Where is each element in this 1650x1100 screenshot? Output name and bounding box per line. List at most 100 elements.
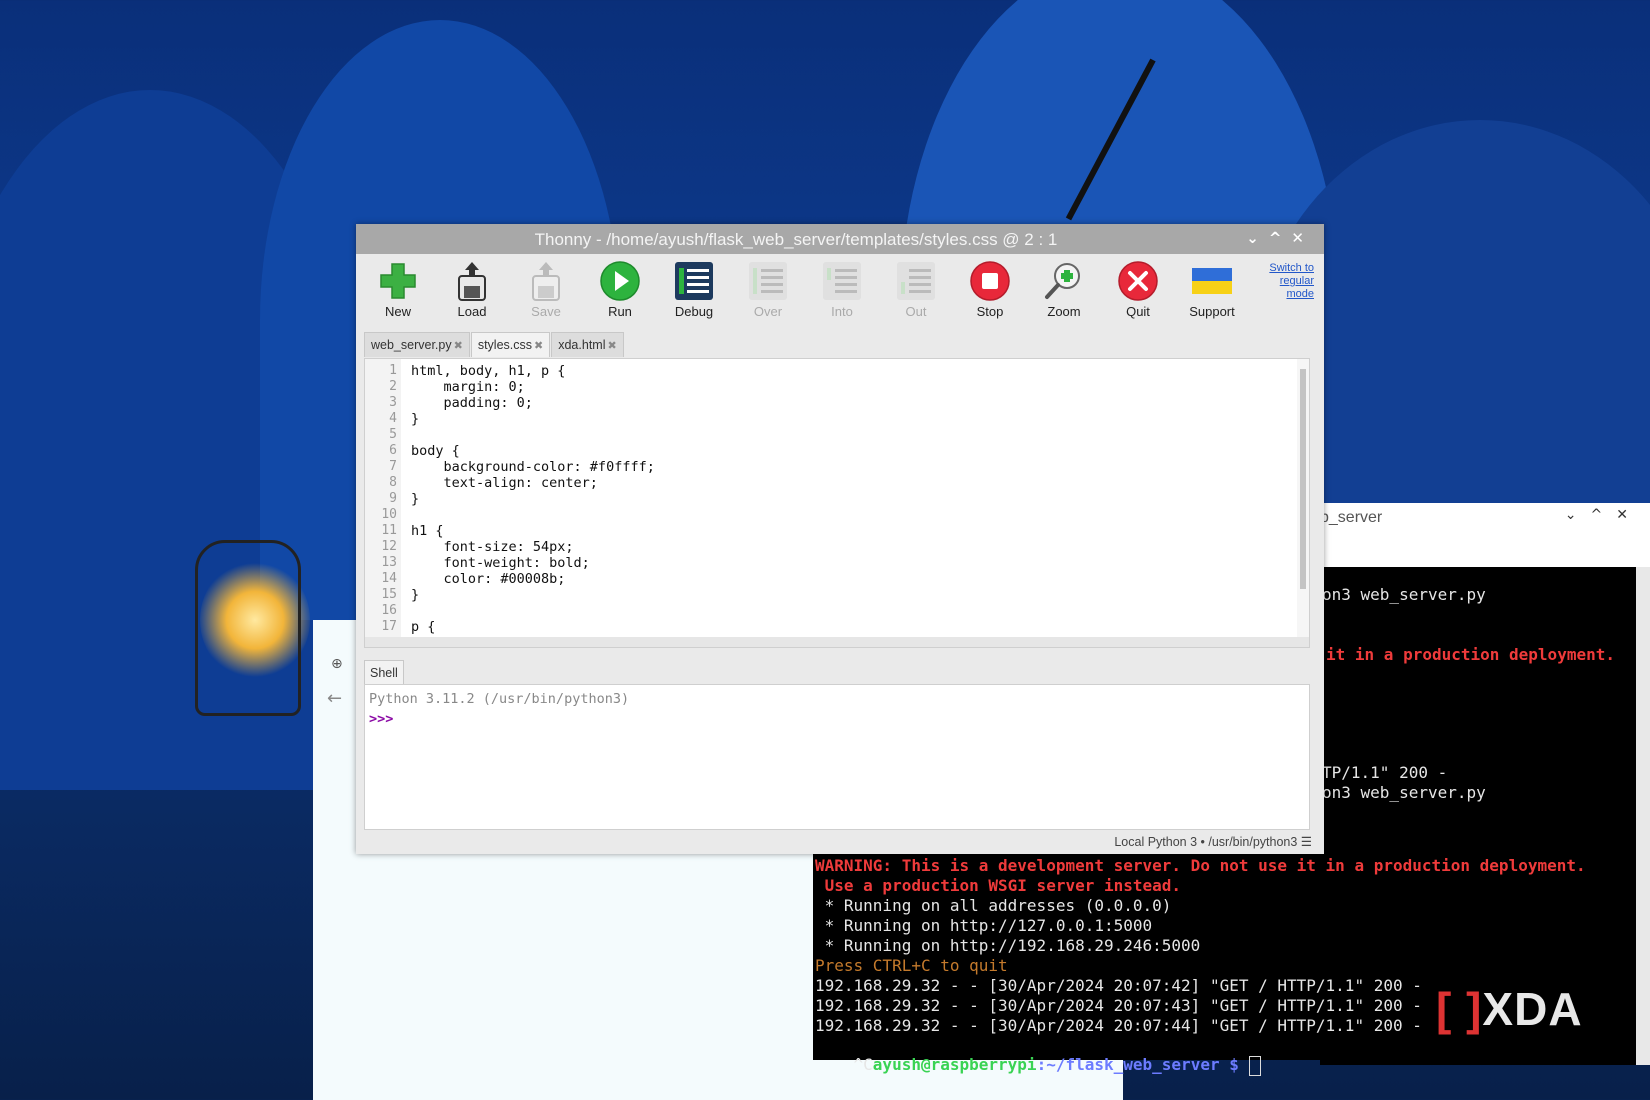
watermark-text: XDA xyxy=(1482,983,1583,1035)
step-into-icon xyxy=(823,262,861,300)
line-number: 7 xyxy=(389,459,397,474)
step-into-button[interactable]: Into xyxy=(812,260,872,319)
terminal-line: Press CTRL+C to quit xyxy=(815,956,1008,975)
zoom-label: Zoom xyxy=(1047,304,1081,319)
line-number: 3 xyxy=(389,395,397,410)
terminal-scrollbar[interactable] xyxy=(1636,567,1650,1065)
thonny-titlebar[interactable]: Thonny - /home/ayush/flask_web_server/te… xyxy=(356,224,1324,254)
quit-button[interactable]: Quit xyxy=(1108,260,1168,319)
tab-xda-html[interactable]: xda.html ✖ xyxy=(551,332,624,357)
step-out-button[interactable]: Out xyxy=(886,260,946,319)
new-button[interactable]: New xyxy=(368,260,428,319)
line-number: 16 xyxy=(381,603,397,618)
code-line: background-color: #f0ffff; xyxy=(411,459,655,475)
line-number: 1 xyxy=(389,363,397,378)
tab-label: styles.css xyxy=(477,338,533,352)
quit-icon xyxy=(1118,261,1158,301)
terminal-line: 192.168.29.32 - - [30/Apr/2024 20:07:42]… xyxy=(815,976,1422,995)
tab-label: xda.html xyxy=(558,338,606,352)
line-number: 12 xyxy=(381,539,397,554)
line-number: 6 xyxy=(389,443,397,458)
terminal-line: on3 web_server.py xyxy=(1322,783,1486,802)
toolbar: New Load Save Run Debug Over Into Out St… xyxy=(356,254,1324,324)
code-editor[interactable]: 1 2 3 4 5 6 7 8 9 10 11 12 13 14 15 16 1… xyxy=(364,358,1310,648)
load-button[interactable]: Load xyxy=(442,260,502,319)
close-icon[interactable]: ✕ xyxy=(1291,229,1314,247)
editor-tabs: web_server.py ✖ styles.css ✖ xda.html ✖ xyxy=(364,332,625,357)
quit-label: Quit xyxy=(1126,304,1150,319)
switch-mode-link[interactable]: Switch to regular mode xyxy=(1254,262,1314,301)
code-line: } xyxy=(411,491,420,507)
debug-button[interactable]: Debug xyxy=(664,260,724,319)
save-button[interactable]: Save xyxy=(516,260,576,319)
debug-icon xyxy=(675,262,713,300)
code-line: color: #00008b; xyxy=(411,571,566,587)
code-line: padding: 0; xyxy=(411,395,533,411)
stop-button[interactable]: Stop xyxy=(960,260,1020,319)
editor-horizontal-scrollbar[interactable] xyxy=(365,637,1309,647)
debug-label: Debug xyxy=(674,304,714,319)
minimize-icon[interactable]: ⌄ xyxy=(1565,507,1591,523)
line-number: 13 xyxy=(381,555,397,570)
plus-icon xyxy=(380,263,416,299)
step-out-icon xyxy=(897,262,935,300)
maximize-icon[interactable]: ^ xyxy=(1269,229,1292,247)
play-icon xyxy=(600,261,640,301)
line-number: 10 xyxy=(381,507,397,522)
code-line: text-align: center; xyxy=(411,475,598,491)
stop-icon xyxy=(970,261,1010,301)
code-line: p { xyxy=(411,619,436,635)
run-button[interactable]: Run xyxy=(590,260,650,319)
step-over-button[interactable]: Over xyxy=(738,260,798,319)
prompt-user-host: ayush@raspberrypi xyxy=(872,1055,1037,1074)
tab-web-server-py[interactable]: web_server.py ✖ xyxy=(364,332,470,357)
terminal-line: WARNING: This is a development server. D… xyxy=(815,856,1586,875)
minimize-icon[interactable]: ⌄ xyxy=(1246,229,1269,247)
terminal-line: 192.168.29.32 - - [30/Apr/2024 20:07:44]… xyxy=(815,1016,1422,1035)
step-over-icon xyxy=(749,262,787,300)
back-arrow-icon[interactable]: ← xyxy=(327,688,342,709)
tab-shell[interactable]: Shell xyxy=(364,660,404,685)
code-line: h1 { xyxy=(411,523,444,539)
line-number: 5 xyxy=(389,427,397,442)
tab-close-icon[interactable]: ✖ xyxy=(607,340,616,352)
out-label: Out xyxy=(905,304,927,319)
code-line: font-size: 54px; xyxy=(411,539,574,555)
terminal-line: 192.168.29.32 - - [30/Apr/2024 20:07:43]… xyxy=(815,996,1422,1015)
line-number-gutter: 1 2 3 4 5 6 7 8 9 10 11 12 13 14 15 16 1… xyxy=(365,359,401,639)
globe-icon[interactable]: ⊕ xyxy=(331,656,343,672)
code-line: font-weight: bold; xyxy=(411,555,590,571)
terminal-line: it in a production deployment. xyxy=(1326,645,1615,664)
python-shell[interactable]: Python 3.11.2 (/usr/bin/python3) >>> xyxy=(364,684,1310,830)
maximize-icon[interactable]: ^ xyxy=(1591,507,1617,523)
code-line: } xyxy=(411,587,420,603)
new-label: New xyxy=(384,304,411,319)
interpreter-status[interactable]: Local Python 3 • /usr/bin/python3 ☰ xyxy=(1114,834,1312,849)
editor-vertical-scrollbar[interactable] xyxy=(1297,359,1309,637)
line-number: 2 xyxy=(389,379,397,394)
load-label: Load xyxy=(457,304,487,319)
close-icon[interactable]: ✕ xyxy=(1616,507,1642,523)
terminal-line: * Running on all addresses (0.0.0.0) xyxy=(815,896,1172,915)
tab-close-icon[interactable]: ✖ xyxy=(534,340,543,352)
terminal-line: * Running on http://127.0.0.1:5000 xyxy=(815,916,1153,935)
zoom-button[interactable]: Zoom xyxy=(1034,260,1094,319)
tab-close-icon[interactable]: ✖ xyxy=(454,340,463,352)
shell-prompt: >>> xyxy=(369,711,394,727)
load-file-icon xyxy=(458,262,486,301)
into-label: Into xyxy=(831,304,853,319)
scrollbar-thumb[interactable] xyxy=(1300,369,1306,589)
terminal-prompt[interactable]: ^Cayush@raspberrypi:~/flask_web_server $ xyxy=(815,1036,1261,1095)
thonny-window: Thonny - /home/ayush/flask_web_server/te… xyxy=(356,224,1324,854)
window-controls: ⌄^✕ xyxy=(1246,229,1314,247)
code-line: body { xyxy=(411,443,460,459)
tab-styles-css[interactable]: styles.css ✖ xyxy=(470,332,551,357)
ukraine-flag-icon xyxy=(1192,268,1232,294)
save-icon xyxy=(532,262,560,301)
line-number: 11 xyxy=(381,523,397,538)
terminal-line: on3 web_server.py xyxy=(1322,585,1486,604)
line-number: 17 xyxy=(381,619,397,634)
save-label: Save xyxy=(531,304,561,319)
support-button[interactable]: Support xyxy=(1182,260,1242,319)
support-label: Support xyxy=(1189,304,1235,319)
